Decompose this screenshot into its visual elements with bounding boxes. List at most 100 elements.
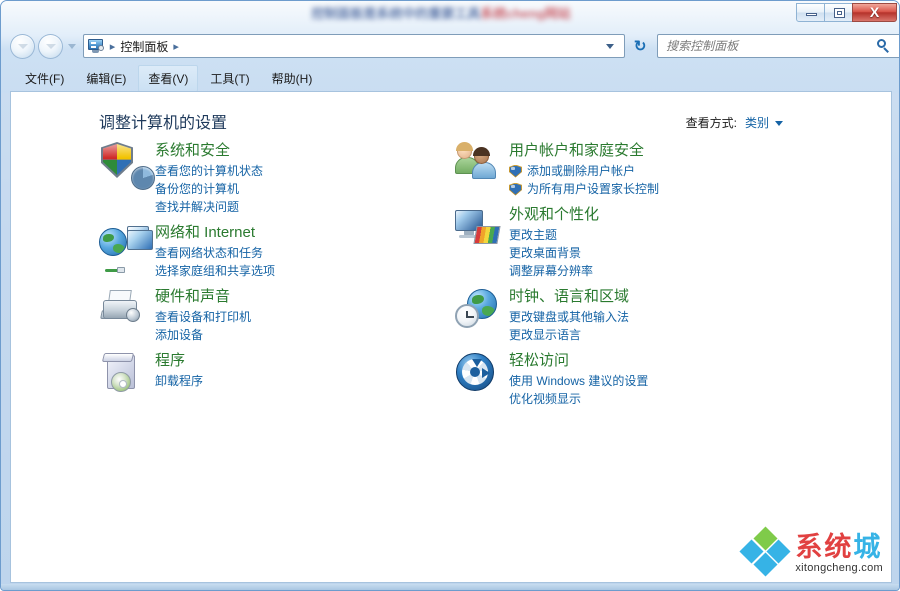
users-icon [451,140,509,192]
category-link[interactable]: 为所有用户设置家长控制 [509,180,659,198]
uac-shield-icon [509,183,522,196]
back-button[interactable] [10,34,35,59]
category-title[interactable]: 程序 [155,352,203,370]
category-link[interactable]: 更改键盘或其他输入法 [509,308,629,326]
category-link[interactable]: 添加设备 [155,326,251,344]
category-link[interactable]: 查看设备和打印机 [155,308,251,326]
link-text: 查看您的计算机状态 [155,162,263,180]
clock-globe-icon [451,286,509,338]
menu-item-edit[interactable]: 编辑(E) [76,65,136,92]
category-body: 系统和安全 查看您的计算机状态 备份您的计算机 查找并解决问题 [155,140,263,216]
appearance-monitor-icon [451,204,509,256]
maximize-icon [834,8,845,18]
pie-chart-shape [131,166,155,190]
minimize-icon [806,13,817,16]
category-title[interactable]: 网络和 Internet [155,224,275,242]
cable-plug [117,267,125,273]
refresh-button[interactable]: ↻ [629,34,651,58]
recent-locations-chevron-icon[interactable] [68,44,76,49]
category-link[interactable]: 更改桌面背景 [509,244,599,262]
link-text: 为所有用户设置家长控制 [527,180,659,198]
box-lid [102,353,134,362]
link-text: 选择家庭组和共享选项 [155,262,275,280]
minimize-button[interactable] [796,3,825,22]
window-title-red: 系统cheng网站 [480,6,570,21]
uac-shield-highlight [511,167,515,170]
search-icon[interactable] [877,39,892,54]
view-by-label: 查看方式: [686,114,737,131]
printer-shape [101,290,143,330]
printer-dial [126,308,140,322]
breadcrumb-separator-icon-2[interactable]: ▸ [173,40,179,53]
search-input[interactable] [666,36,866,56]
menu-bar: 文件(F) 编辑(E) 查看(V) 工具(T) 帮助(H) [1,65,900,91]
menu-item-tools[interactable]: 工具(T) [200,65,259,92]
link-text: 更改桌面背景 [509,244,581,262]
search-box[interactable] [657,34,900,58]
menu-item-file[interactable]: 文件(F) [15,65,74,92]
view-by-value[interactable]: 类别 [745,114,769,131]
category-title[interactable]: 系统和安全 [155,142,263,160]
window-controls: X [797,3,897,22]
menu-item-view[interactable]: 查看(V) [138,65,198,92]
category-link[interactable]: 查找并解决问题 [155,198,263,216]
appearance-shape [455,208,499,246]
dial-shape [98,45,104,51]
menu-item-help[interactable]: 帮助(H) [262,65,323,92]
category-network-and-internet: 网络和 Internet 查看网络状态和任务 选择家庭组和共享选项 [97,222,427,280]
category-title[interactable]: 硬件和声音 [155,288,251,306]
user-hair [473,147,490,156]
link-text: 优化视频显示 [509,390,581,408]
watermark-brand-red: 系统 [795,532,853,562]
watermark-text: 系统城 xitongcheng.com [795,532,883,574]
category-link[interactable]: 使用 Windows 建议的设置 [509,372,648,390]
link-text: 备份您的计算机 [155,180,239,198]
clock-shape [455,304,479,328]
category-link[interactable]: 优化视频显示 [509,390,648,408]
program-box-shape [103,353,141,393]
category-title[interactable]: 时钟、语言和区域 [509,288,629,306]
page-title: 调整计算机的设置 [99,109,227,133]
close-button[interactable]: X [852,3,897,22]
category-link[interactable]: 查看您的计算机状态 [155,162,263,180]
link-text: 添加设备 [155,326,203,344]
category-body: 时钟、语言和区域 更改键盘或其他输入法 更改显示语言 [509,286,629,344]
globe-shape [99,228,127,256]
user-torso [472,162,496,179]
category-title[interactable]: 轻松访问 [509,352,648,370]
forward-button[interactable] [38,34,63,59]
link-text: 更改显示语言 [509,326,581,344]
category-link[interactable]: 更改显示语言 [509,326,629,344]
category-link[interactable]: 查看网络状态和任务 [155,244,275,262]
clock-globe-shape [455,289,499,329]
search-handle-shape [883,47,889,53]
address-dropdown-icon[interactable] [606,44,614,49]
category-link[interactable]: 调整屏幕分辨率 [509,262,599,280]
category-link[interactable]: 添加或删除用户帐户 [509,162,659,180]
shield-shape [101,142,133,178]
window-title: 控制面板是系统中的重要工具系统cheng网站 [231,3,651,25]
category-title[interactable]: 外观和个性化 [509,206,599,224]
navigation-bar: ▸ 控制面板 ▸ ↻ [1,29,900,63]
link-text: 卸载程序 [155,372,203,390]
category-title[interactable]: 用户帐户和家庭安全 [509,142,659,160]
chevron-down-icon[interactable] [775,121,783,126]
maximize-button[interactable] [824,3,853,22]
disc-shape [111,372,131,392]
category-link[interactable]: 更改主题 [509,226,599,244]
watermark-brand-blue: 城 [853,532,882,562]
network-globe-icon [97,222,155,274]
view-by-control[interactable]: 查看方式: 类别 [686,114,783,131]
content-pane: 调整计算机的设置 查看方式: 类别 系统和安全 [10,91,892,583]
category-link[interactable]: 卸载程序 [155,372,203,390]
uac-shield-highlight [511,185,515,188]
breadcrumb-control-panel[interactable]: 控制面板 [120,38,168,55]
link-text: 调整屏幕分辨率 [509,262,593,280]
color-palette [473,226,500,244]
category-link[interactable]: 备份您的计算机 [155,180,263,198]
category-link[interactable]: 选择家庭组和共享选项 [155,262,275,280]
watermark-brand-cn: 系统城 [795,532,883,562]
link-text: 查找并解决问题 [155,198,239,216]
category-column-right: 用户帐户和家庭安全 添加或删除用户帐户 [451,140,811,414]
address-bar[interactable]: ▸ 控制面板 ▸ [83,34,625,58]
